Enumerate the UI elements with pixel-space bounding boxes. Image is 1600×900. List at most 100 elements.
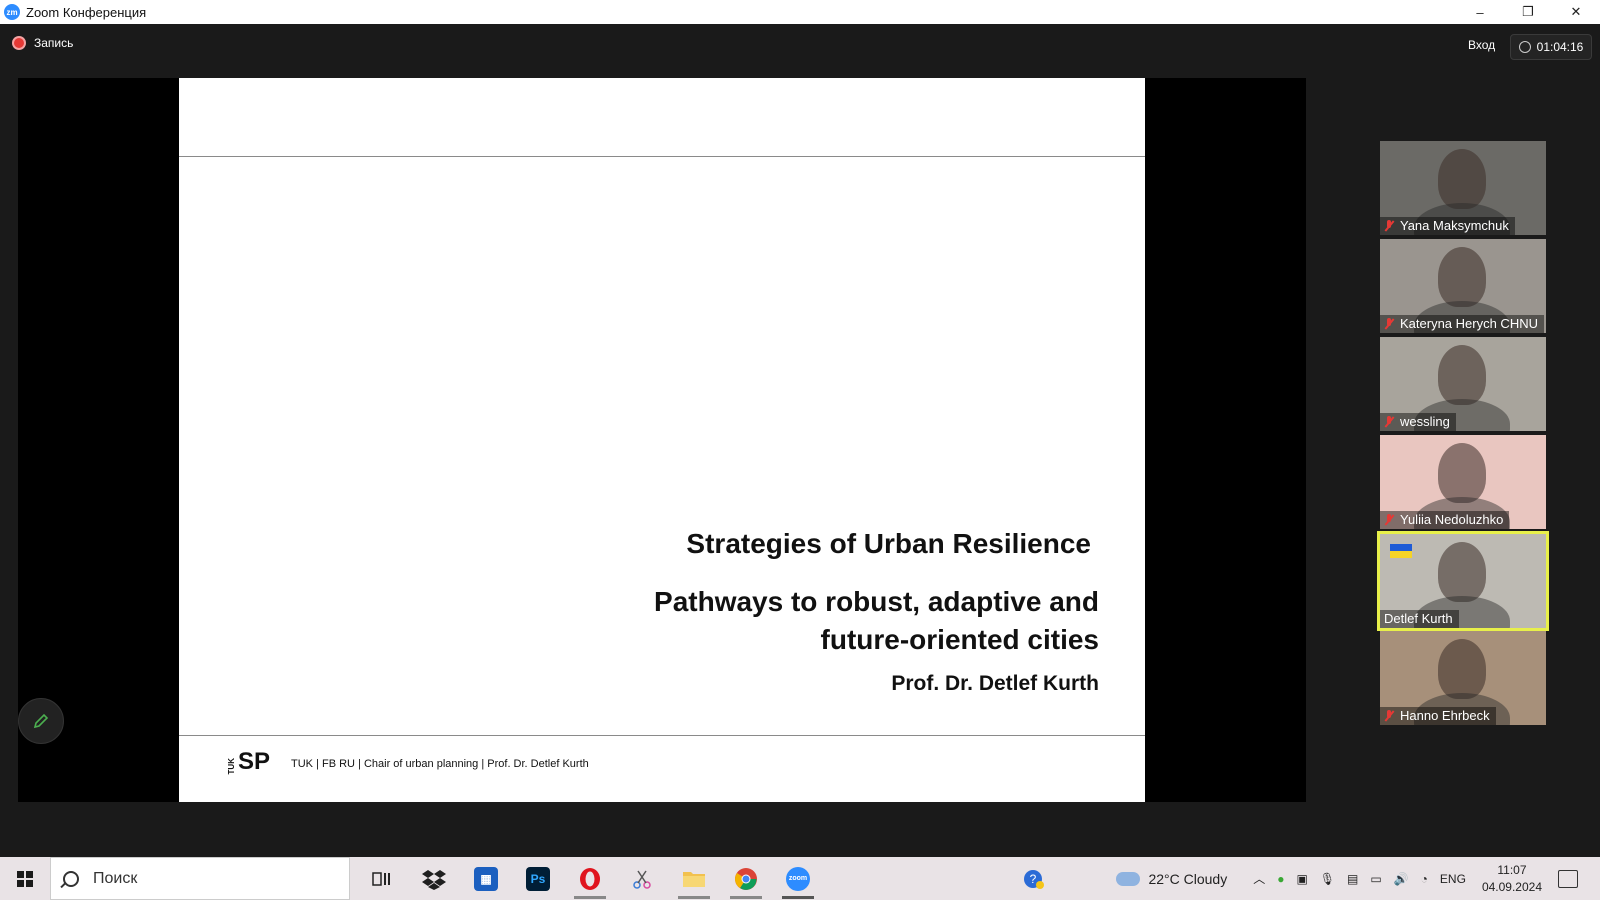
folder-icon	[683, 871, 705, 887]
microphone-icon[interactable]: 🎙	[1320, 872, 1335, 886]
windows-taskbar: Поиск ▦ Ps zoom ? 22°C Cloudy ︿ ● ▣ 🎙 ▤ …	[0, 857, 1600, 900]
participant-name-tag: Yuliia Nedoluzhko	[1380, 511, 1510, 529]
snipping-tool-button[interactable]	[616, 857, 668, 900]
mic-muted-icon	[1384, 513, 1394, 526]
dropbox-icon	[422, 869, 446, 890]
slide-subtitle: Pathways to robust, adaptive and future-…	[654, 583, 1099, 659]
notification-icon[interactable]	[1558, 869, 1578, 888]
sync-icon[interactable]: ●	[1277, 872, 1284, 886]
participant-video	[1438, 443, 1486, 503]
volume-icon[interactable]: 🔊	[1394, 872, 1409, 886]
participant-name-tag: Kateryna Herych CHNU	[1380, 315, 1544, 333]
tuk-sp-logo: TUK SP	[227, 750, 270, 775]
shared-screen: Strategies of Urban Resilience Pathways …	[18, 78, 1306, 802]
participant-tile[interactable]: Yuliia Nedoluzhko	[1380, 435, 1546, 529]
opera-button[interactable]	[564, 857, 616, 900]
battery-icon[interactable]: ▭	[1370, 872, 1381, 886]
slide-footer: TUK | FB RU | Chair of urban planning | …	[291, 758, 589, 770]
taskbar-clock[interactable]: 11:07 04.09.2024	[1482, 862, 1542, 896]
slide-top-rule	[179, 156, 1145, 157]
mic-muted-icon	[1384, 709, 1394, 722]
weather-text: 22°C Cloudy	[1148, 870, 1228, 887]
photoshop-button[interactable]: Ps	[512, 857, 564, 900]
pencil-icon	[33, 713, 49, 729]
chrome-button[interactable]	[720, 857, 772, 900]
participant-video	[1438, 639, 1486, 699]
mic-muted-icon	[1384, 415, 1394, 428]
task-view-button[interactable]	[356, 857, 408, 900]
ukraine-flag-icon	[1390, 544, 1412, 558]
participant-tile[interactable]: Yana Maksymchuk	[1380, 141, 1546, 235]
task-view-icon	[372, 871, 390, 886]
dropbox-button[interactable]	[408, 857, 460, 900]
wifi-icon[interactable]: ◔	[1421, 872, 1428, 886]
language-indicator[interactable]: ENG	[1440, 872, 1466, 886]
meeting-area: Запись Вход 01:04:16 Strategies of Urban…	[0, 24, 1600, 857]
participant-name: Hanno Ehrbeck	[1400, 708, 1490, 723]
minimize-button[interactable]: –	[1456, 0, 1504, 24]
participant-name-tag: Hanno Ehrbeck	[1380, 707, 1496, 725]
start-button[interactable]	[0, 857, 50, 900]
restore-button[interactable]: ❐	[1504, 0, 1552, 24]
window-title: Zoom Конференция	[26, 4, 147, 20]
store-icon: ▦	[474, 866, 498, 891]
participant-video	[1438, 542, 1486, 602]
participant-name: Yuliia Nedoluzhko	[1400, 512, 1504, 527]
slide-author: Prof. Dr. Detlef Kurth	[891, 672, 1099, 695]
recording-indicator[interactable]: Запись	[14, 36, 73, 50]
participant-name-tag: Detlef Kurth	[1380, 610, 1459, 628]
participant-tile[interactable]: Kateryna Herych CHNU	[1380, 239, 1546, 333]
annotate-pen-button[interactable]	[18, 698, 64, 744]
svg-text:?: ?	[1030, 872, 1037, 886]
mic-muted-icon	[1384, 219, 1394, 232]
participant-video	[1438, 149, 1486, 209]
help-icon[interactable]: ?	[1022, 867, 1046, 891]
participant-tile[interactable]: wessling	[1380, 337, 1546, 431]
participant-name: Yana Maksymchuk	[1400, 218, 1509, 233]
enter-button[interactable]: Вход	[1460, 34, 1503, 56]
tray-icons: ︿ ● ▣ 🎙 ▤ ▭ 🔊 ◔ ENG	[1247, 870, 1472, 887]
search-placeholder: Поиск	[93, 869, 138, 887]
search-icon	[63, 870, 79, 887]
mic-muted-icon	[1384, 317, 1394, 330]
record-dot-icon	[14, 38, 24, 48]
taskbar-apps: ▦ Ps zoom	[356, 857, 824, 900]
participant-video	[1438, 247, 1486, 307]
clock-icon	[1518, 41, 1531, 53]
participant-name-tag: wessling	[1380, 413, 1456, 431]
presentation-slide: Strategies of Urban Resilience Pathways …	[179, 78, 1145, 802]
chevron-up-icon[interactable]: ︿	[1253, 870, 1265, 887]
microsoft-store-button[interactable]: ▦	[460, 857, 512, 900]
meeting-timer: 01:04:16	[1510, 34, 1592, 60]
weather-widget[interactable]: 22°C Cloudy	[1116, 871, 1227, 887]
window-title-bar: zm Zoom Конференция – ❐ ✕	[0, 0, 1600, 24]
network-icon[interactable]: ▤	[1347, 872, 1358, 886]
logo-tuk-text: TUK	[227, 757, 236, 774]
taskbar-search[interactable]: Поиск	[50, 857, 350, 900]
participant-name: Kateryna Herych CHNU	[1400, 316, 1538, 331]
participant-video	[1438, 345, 1486, 405]
slide-bottom-rule	[179, 735, 1145, 736]
opera-icon	[578, 867, 602, 891]
windows-logo-icon	[17, 870, 33, 887]
slide-title: Strategies of Urban Resilience	[686, 528, 1091, 559]
participant-name: wessling	[1400, 414, 1450, 429]
taskbar-time: 11:07	[1497, 862, 1527, 877]
snipping-tool-icon	[633, 870, 651, 889]
file-explorer-button[interactable]	[668, 857, 720, 900]
device-icon[interactable]: ▣	[1296, 872, 1307, 886]
chrome-icon	[735, 867, 757, 890]
close-button[interactable]: ✕	[1552, 0, 1600, 24]
taskbar-date: 04.09.2024	[1481, 879, 1542, 894]
participant-name: Detlef Kurth	[1384, 611, 1453, 626]
participant-tile[interactable]: Hanno Ehrbeck	[1380, 631, 1546, 725]
photoshop-icon: Ps	[526, 866, 550, 891]
recording-label: Запись	[34, 36, 74, 50]
zoom-icon: zoom	[786, 866, 810, 891]
participant-tile[interactable]: Detlef Kurth	[1377, 531, 1549, 631]
zoom-button[interactable]: zoom	[772, 857, 824, 900]
slide-subtitle-line2: future-oriented cities	[820, 624, 1099, 655]
elapsed-time: 01:04:16	[1536, 40, 1584, 54]
slide-subtitle-line1: Pathways to robust, adaptive and	[654, 586, 1099, 617]
participant-name-tag: Yana Maksymchuk	[1380, 217, 1515, 235]
